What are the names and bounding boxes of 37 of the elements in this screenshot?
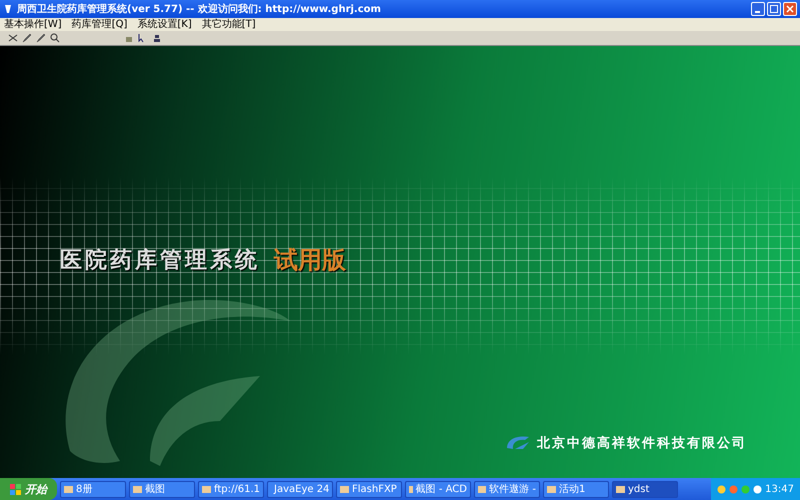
window-icon bbox=[478, 485, 486, 493]
window-icon bbox=[64, 485, 73, 493]
window-icon bbox=[340, 485, 349, 493]
window-title: 周西卫生院药库管理系统(ver 5.77) -- 欢迎访问我们: http://www.ghrj.com bbox=[17, 2, 381, 16]
menu-item[interactable]: 系统设置[K] bbox=[137, 18, 192, 30]
taskbar-button[interactable]: 软件遨游 - bbox=[474, 480, 540, 498]
taskbar-button[interactable]: 截图 - ACD bbox=[405, 480, 471, 498]
close-icon bbox=[786, 5, 794, 13]
menu-item[interactable]: 其它功能[T] bbox=[202, 18, 256, 30]
window-icon bbox=[409, 485, 413, 493]
start-button[interactable]: 开始 bbox=[0, 478, 57, 500]
window-icon bbox=[616, 485, 625, 493]
product-title: 医院药库管理系统 bbox=[60, 246, 260, 275]
menu-item[interactable]: 基本操作[W] bbox=[4, 18, 62, 30]
menu-item[interactable]: 药库管理[Q] bbox=[72, 18, 128, 30]
close-button[interactable] bbox=[783, 2, 797, 16]
scissors-icon[interactable] bbox=[8, 33, 18, 43]
taskbar-button[interactable]: 活动1 bbox=[543, 480, 609, 498]
taskbar-button[interactable]: 8册 bbox=[60, 480, 126, 498]
app-icon bbox=[3, 4, 13, 14]
company-name: 北京中德高祥软件科技有限公司 bbox=[537, 434, 747, 452]
taskbar-button[interactable]: FlashFXP bbox=[336, 480, 402, 498]
company-logo-icon bbox=[505, 434, 531, 452]
windows-logo-icon bbox=[10, 484, 21, 494]
maximize-icon bbox=[770, 5, 778, 13]
taskbar-button[interactable]: JavaEye 24 bbox=[267, 480, 333, 498]
edition-label: 试用版 bbox=[274, 245, 346, 276]
window-icon bbox=[202, 485, 211, 493]
magnifier-icon[interactable] bbox=[50, 33, 60, 43]
clock: 13:47 bbox=[765, 484, 794, 494]
maximize-button[interactable] bbox=[767, 2, 781, 16]
minimize-button[interactable] bbox=[751, 2, 765, 16]
taskbar-button[interactable]: ftp://61.1 bbox=[198, 480, 264, 498]
taskbar-button[interactable]: 截图 bbox=[129, 480, 195, 498]
window-icon bbox=[547, 485, 556, 493]
taskbar-button[interactable]: ydst bbox=[612, 480, 678, 498]
window-icon bbox=[133, 485, 142, 493]
